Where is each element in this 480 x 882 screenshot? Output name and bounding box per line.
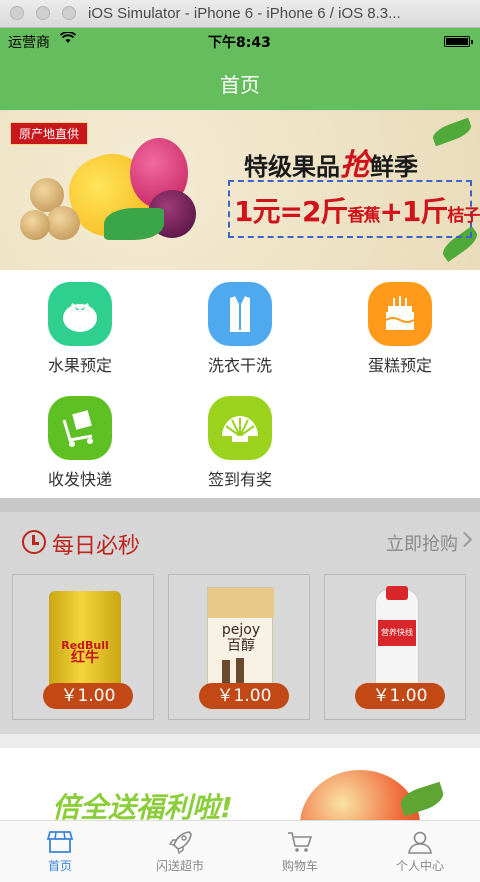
- origin-badge: 原产地直供: [10, 122, 89, 145]
- close-window-button[interactable]: [10, 6, 24, 20]
- clock-icon: [22, 530, 46, 554]
- service-delivery[interactable]: 收发快递: [10, 396, 150, 490]
- status-time: 下午8:43: [208, 35, 271, 51]
- shell-icon: [208, 396, 272, 460]
- product-price: ￥1.00: [43, 683, 133, 709]
- service-label: 签到有奖: [207, 470, 272, 489]
- promo-headline: 倍全送福利啦!: [52, 791, 233, 820]
- tab-home[interactable]: 首页: [0, 821, 120, 882]
- leaf-image: [397, 781, 447, 817]
- service-checkin-reward[interactable]: 签到有奖: [170, 396, 310, 490]
- nutri-express-bottle-image: 营养快线: [375, 586, 419, 695]
- tab-bar: 首页 闪送超市 购物车 个人中心: [0, 820, 480, 882]
- apple-image: [300, 770, 420, 820]
- tab-label: 购物车: [281, 859, 318, 873]
- redbull-can-image: RedBull 红牛: [49, 591, 121, 695]
- store-icon: [47, 831, 73, 853]
- chevron-right-icon: [456, 531, 473, 548]
- product-card-redbull[interactable]: RedBull 红牛 ￥1.00: [12, 574, 154, 720]
- product-price: ￥1.00: [355, 683, 445, 709]
- tab-flash-market[interactable]: 闪送超市: [120, 821, 240, 882]
- status-bar: 运营商 下午8:43: [0, 28, 480, 54]
- section-divider: [0, 498, 480, 512]
- simulator-titlebar: iOS Simulator - iPhone 6 - iPhone 6 / iO…: [0, 0, 480, 28]
- product-price: ￥1.00: [199, 683, 289, 709]
- banner-offer: 1元=2斤香蕉+1斤桔子: [228, 180, 480, 238]
- shirt-icon: [208, 282, 272, 346]
- wifi-icon: [59, 31, 77, 48]
- service-label: 蛋糕预定: [367, 356, 432, 375]
- person-icon: [408, 831, 432, 854]
- flash-sale-section: 每日必秒 立即抢购 RedBull 红牛 ￥1.00 pejoy 百醇 ￥1.0…: [0, 512, 480, 734]
- service-label: 洗衣干洗: [207, 356, 272, 375]
- navigation-bar: 首页: [0, 54, 480, 110]
- cart-icon: [288, 832, 313, 852]
- service-label: 水果预定: [47, 356, 112, 375]
- service-grid: 水果预定 洗衣干洗 蛋糕预定 收发快递 签到有奖: [0, 270, 480, 498]
- minimize-window-button[interactable]: [36, 6, 50, 20]
- service-label: 收发快递: [47, 470, 112, 489]
- banner-headline: 特级果品抢鲜季: [244, 148, 418, 183]
- tab-cart[interactable]: 购物车: [240, 821, 360, 882]
- zoom-window-button[interactable]: [62, 6, 76, 20]
- product-card-pejoy[interactable]: pejoy 百醇 ￥1.00: [168, 574, 310, 720]
- battery-icon: [444, 36, 473, 47]
- tab-label: 首页: [47, 859, 72, 873]
- buy-now-link[interactable]: 立即抢购: [386, 530, 458, 556]
- tab-label: 个人中心: [395, 859, 444, 873]
- tab-profile[interactable]: 个人中心: [360, 821, 480, 882]
- flash-sale-title: 每日必秒: [52, 534, 141, 559]
- cake-icon: [368, 282, 432, 346]
- delivery-cart-icon: [48, 396, 112, 460]
- window-title: iOS Simulator - iPhone 6 - iPhone 6 / iO…: [88, 5, 401, 22]
- tab-label: 闪送超市: [155, 859, 204, 873]
- section-spacer: [0, 734, 480, 748]
- promo-banner[interactable]: 原产地直供 特级果品抢鲜季 1元=2斤香蕉+1斤桔子: [0, 110, 480, 270]
- service-fruit-order[interactable]: 水果预定: [10, 282, 150, 376]
- welfare-promo-banner[interactable]: 倍全送福利啦!: [0, 748, 480, 820]
- carrier-label: 运营商: [8, 35, 50, 51]
- rocket-icon: [168, 831, 192, 854]
- service-cake-order[interactable]: 蛋糕预定: [330, 282, 470, 376]
- page-title: 首页: [220, 73, 260, 97]
- product-card-nutri-express[interactable]: 营养快线 ￥1.00: [324, 574, 466, 720]
- pejoy-box-image: pejoy 百醇: [207, 587, 274, 693]
- flash-sale-header: 每日必秒 立即抢购: [0, 512, 480, 572]
- tomato-icon: [48, 282, 112, 346]
- service-laundry[interactable]: 洗衣干洗: [170, 282, 310, 376]
